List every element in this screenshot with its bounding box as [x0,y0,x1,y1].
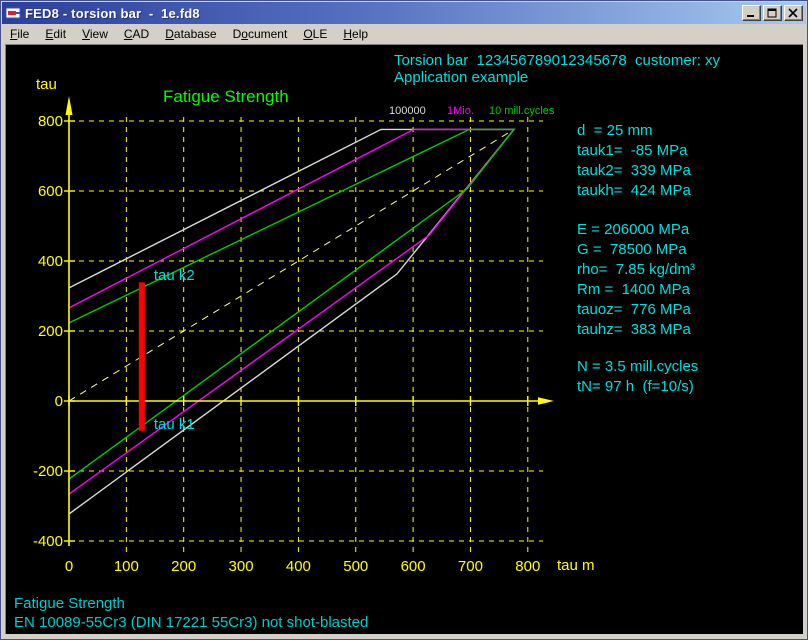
titlebar[interactable]: FED8 - torsion bar - 1e.fd8 [2,2,806,24]
window-controls [742,5,803,21]
close-icon [788,8,799,18]
material-rm: Rm = 1400 MPa [577,281,690,298]
plot-area: tau tau m Fatigue Strength Torsion bar 1… [5,44,803,634]
menu-item-cad[interactable]: CAD [116,25,157,43]
maximize-icon [767,8,778,18]
x-tick-label: 300 [213,558,269,575]
x-axis-arrow [538,397,554,405]
menu-item-edit[interactable]: Edit [37,25,74,43]
y-tick-label: 400 [15,253,63,270]
app-icon[interactable] [5,5,21,21]
menu-item-help[interactable]: Help [335,25,376,43]
menu-item-document[interactable]: Document [225,25,296,43]
result-cycles: N = 3.5 mill.cycles [577,358,698,375]
y-tick-label: 200 [15,323,63,340]
x-tick-label: 500 [328,558,384,575]
series-line-1 [69,129,514,494]
footer-material: EN 10089-55Cr3 (DIN 17221 55Cr3) not sho… [14,615,368,632]
chart-canvas: tau tau m Fatigue Strength Torsion bar 1… [5,44,803,634]
result-tauk2: tauk2= 339 MPa [577,162,691,179]
minimize-icon [746,8,757,18]
y-tick-label: -400 [15,533,63,550]
x-tick-label: 100 [98,558,154,575]
x-tick-label: 600 [385,558,441,575]
material-e-modulus: E = 206000 MPa [577,221,689,238]
series-line-0 [69,129,514,514]
fatigue-diagram-svg [5,44,803,634]
tau-k1-marker-label: tau k1 [154,417,195,434]
menu-item-file[interactable]: File [2,25,37,43]
y-tick-label: 0 [15,393,63,410]
x-tick-label: 400 [270,558,326,575]
legend-100000-cycles: 100000 [389,105,426,117]
y-tick-label: 600 [15,183,63,200]
mean-stress-45deg-line [69,129,514,401]
y-tick-label: -200 [15,463,63,480]
chart-title: Fatigue Strength [163,88,289,107]
project-header-line2: Application example [394,70,528,87]
x-tick-label: 800 [500,558,556,575]
material-g-modulus: G = 78500 MPa [577,241,687,258]
footer-calc-mode: Fatigue Strength [14,596,125,613]
x-tick-label: 200 [156,558,212,575]
project-header-line1: Torsion bar 123456789012345678 customer:… [394,53,720,70]
maximize-button[interactable] [763,5,782,21]
y-tick-label: 800 [15,113,63,130]
material-tauoz: tauoz= 776 MPa [577,301,691,318]
y-axis-arrow [66,96,73,115]
close-button[interactable] [784,5,803,21]
window-title: FED8 - torsion bar - 1e.fd8 [25,6,742,21]
menu-item-database[interactable]: Database [157,25,224,43]
series-line-2 [69,129,514,479]
material-tauhz: tauhz= 383 MPa [577,321,691,338]
menubar: File Edit View CAD Database Document OLE… [2,24,806,44]
minimize-button[interactable] [742,5,761,21]
result-diameter: d = 25 mm [577,122,652,139]
result-taukh: taukh= 424 MPa [577,182,691,199]
material-density: rho= 7.85 kg/dm³ [577,261,695,278]
y-axis-label: tau [36,77,57,94]
menu-item-view[interactable]: View [74,25,116,43]
menu-item-ole[interactable]: OLE [295,25,335,43]
result-tauk1: tauk1= -85 MPa [577,142,687,159]
x-tick-label: 700 [442,558,498,575]
tau-k2-marker-label: tau k2 [154,268,195,285]
legend-1mio-cycles: 1Mio. [447,105,474,117]
x-tick-label: 0 [41,558,97,575]
result-lifetime: tN= 97 h (f=10/s) [577,378,694,395]
app-window: FED8 - torsion bar - 1e.fd8 File Edit Vi… [0,0,808,640]
x-axis-label: tau m [557,558,595,575]
legend-10mill-cycles: 10 mill.cycles [489,105,554,117]
